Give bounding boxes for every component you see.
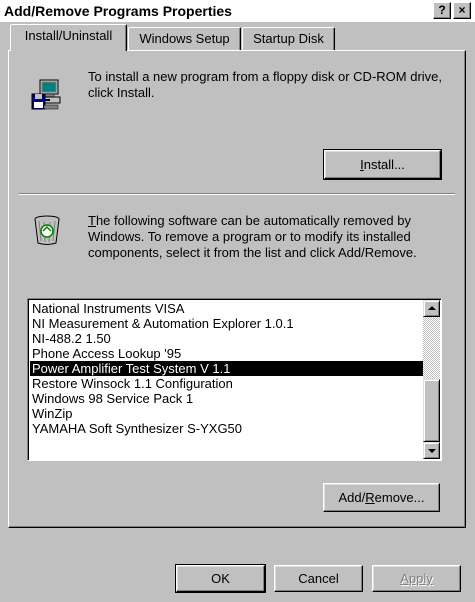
add-remove-button[interactable]: Add/Remove... [323,483,440,512]
list-item[interactable]: Restore Winsock 1.1 Configuration [30,376,424,391]
help-icon: ? [438,3,446,17]
vertical-scrollbar[interactable] [423,300,440,459]
list-item[interactable]: NI Measurement & Automation Explorer 1.0… [30,316,424,331]
add-remove-label-pre: Add/ [338,490,366,505]
cancel-button[interactable]: Cancel [274,565,363,592]
tab-startup-disk[interactable]: Startup Disk [242,27,335,51]
scrollbar-thumb[interactable] [423,379,440,442]
install-button[interactable]: Install... [323,149,442,180]
close-button[interactable]: × [453,2,471,19]
list-item[interactable]: YAMAHA Soft Synthesizer S-YXG50 [30,421,424,436]
remove-description-text: he following software can be automatical… [88,213,417,260]
program-list-items: National Instruments VISA NI Measurement… [30,301,424,436]
list-item[interactable]: Windows 98 Service Pack 1 [30,391,424,406]
apply-button-label: Apply [400,571,433,586]
help-button[interactable]: ? [433,2,451,19]
install-button-label: nstall... [363,157,405,172]
window-title: Add/Remove Programs Properties [4,3,232,19]
add-remove-mnemonic: R [365,490,375,505]
remove-description: The following software can be automatica… [88,213,453,261]
section-divider [19,193,455,195]
program-list[interactable]: National Instruments VISA NI Measurement… [27,298,442,461]
arrow-up-icon [428,306,436,310]
list-item-selected[interactable]: Power Amplifier Test System V 1.1 [30,361,424,376]
list-item[interactable]: NI-488.2 1.50 [30,331,424,346]
list-item[interactable]: National Instruments VISA [30,301,424,316]
list-item[interactable]: Phone Access Lookup '95 [30,346,424,361]
arrow-down-icon [428,449,436,453]
tab-windows-setup-label: Windows Setup [139,31,230,46]
computer-disk-icon [31,79,61,110]
install-description: To install a new program from a floppy d… [88,69,443,100]
add-remove-label-rest: emove... [374,490,425,505]
title-bar[interactable]: Add/Remove Programs Properties ? × [0,0,475,22]
scroll-down-button[interactable] [423,442,440,459]
tab-install-uninstall[interactable]: Install/Uninstall [10,24,127,51]
scroll-up-button[interactable] [423,300,440,317]
cancel-button-label: Cancel [298,571,339,586]
close-icon: × [458,3,466,17]
tab-windows-setup[interactable]: Windows Setup [128,27,241,51]
ok-button-label: OK [211,571,230,586]
ok-button[interactable]: OK [175,564,266,593]
add-remove-programs-dialog: Add/Remove Programs Properties ? × Insta… [0,0,475,602]
tab-startup-disk-label: Startup Disk [253,31,324,46]
list-item[interactable]: WinZip [30,406,424,421]
remove-description-mnemonic: T [88,213,96,228]
recycle-bin-icon [34,215,60,245]
apply-button[interactable]: Apply [372,565,461,592]
tab-install-uninstall-label: Install/Uninstall [24,28,113,43]
